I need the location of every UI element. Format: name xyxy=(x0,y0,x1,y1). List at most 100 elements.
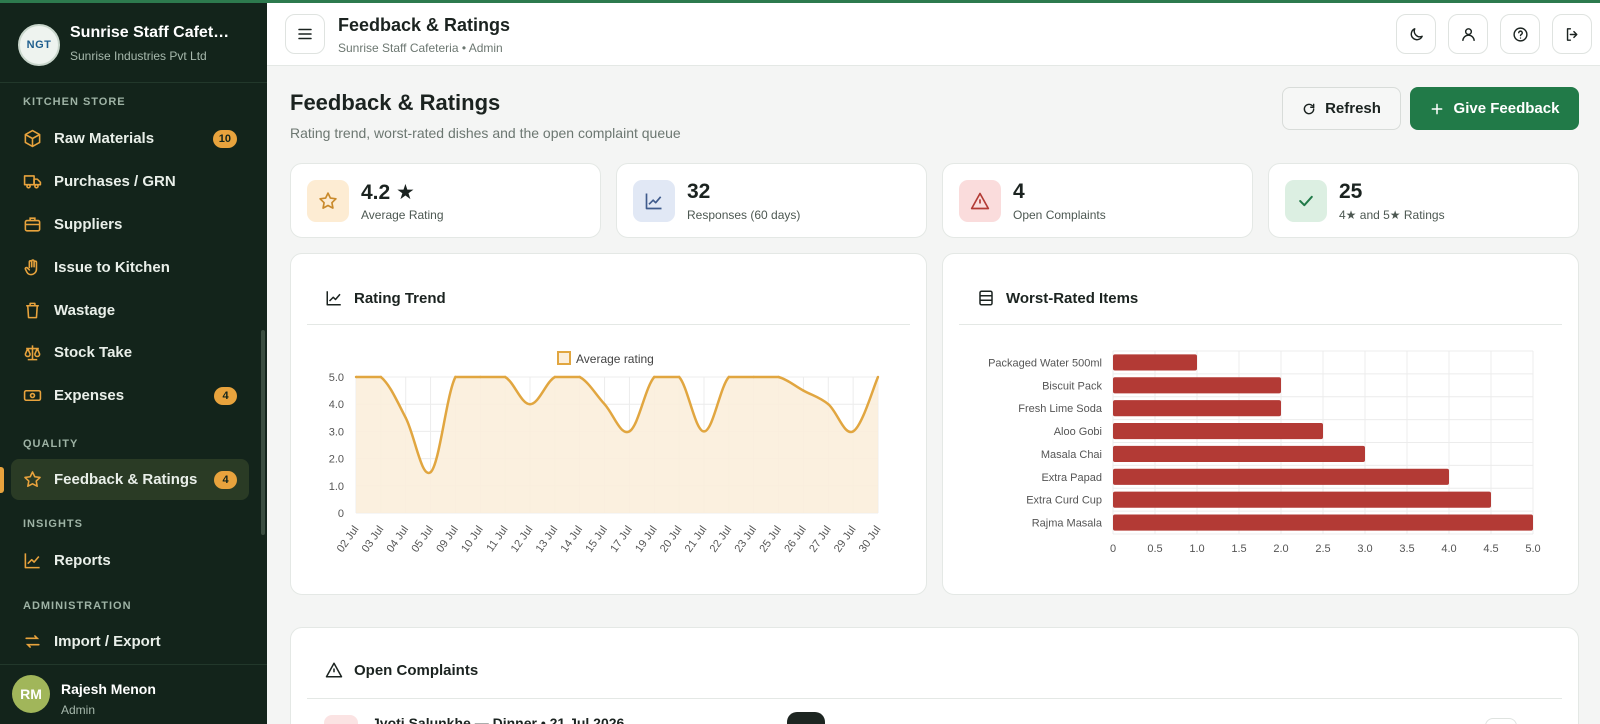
y-category-label: Extra Curd Cup xyxy=(1026,495,1102,507)
stat-value: 25 xyxy=(1339,180,1363,203)
data-point xyxy=(578,375,581,379)
y-category-label: Rajma Masala xyxy=(1032,518,1103,530)
x-tick-label: 13 Jul xyxy=(534,524,561,555)
logo-text: NGT xyxy=(26,39,52,51)
give-feedback-button[interactable]: Give Feedback xyxy=(1410,87,1579,130)
y-category-label: Fresh Lime Soda xyxy=(1018,403,1103,415)
data-point xyxy=(677,375,681,379)
sidebar-item-issue-to-kitchen[interactable]: Issue to Kitchen xyxy=(11,247,249,288)
sidebar-item-feedback-ratings[interactable]: Feedback & Ratings 4 xyxy=(11,459,249,500)
sidebar-item-label: Purchases / GRN xyxy=(54,173,176,190)
worst-rated-card: Worst-Rated Items 0 0.5 1.0 1.5 2.0 2.5 3.0 3.5… xyxy=(942,253,1579,595)
hand-icon xyxy=(24,259,38,276)
x-tick-label: 2.0 xyxy=(1273,543,1288,555)
stat-card-high-ratings: 25 4★ and 5★ Ratings xyxy=(1268,163,1579,238)
star-icon xyxy=(24,471,41,488)
refresh-button[interactable]: Refresh xyxy=(1282,87,1401,130)
sidebar-item-label: Stock Take xyxy=(54,344,133,361)
sidebar-item-stock-take[interactable]: Stock Take xyxy=(11,332,249,373)
chart-line-icon xyxy=(24,553,40,569)
x-tick-label: 21 Jul xyxy=(683,524,710,555)
page-title: Feedback & Ratings xyxy=(290,90,501,115)
stat-label: 4★ and 5★ Ratings xyxy=(1339,208,1445,222)
x-tick-label: 4.0 xyxy=(1441,543,1456,555)
x-tick-label: 20 Jul xyxy=(658,524,685,555)
x-tick-label: 3.5 xyxy=(1399,543,1414,555)
give-feedback-label: Give Feedback xyxy=(1453,100,1560,117)
top-header: Feedback & Ratings Sunrise Staff Cafeter… xyxy=(267,3,1600,66)
company-name: Sunrise Industries Pvt Ltd xyxy=(70,49,207,63)
card-divider xyxy=(307,698,1562,699)
x-tick-label: 02 Jul xyxy=(335,524,362,555)
data-point xyxy=(827,403,830,406)
data-point xyxy=(454,375,457,379)
x-tick-label: 30 Jul xyxy=(857,524,884,555)
data-point xyxy=(653,375,656,379)
x-tick-label: 10 Jul xyxy=(459,524,486,555)
y-tick-label: 5.0 xyxy=(329,372,344,384)
y-category-label: Extra Papad xyxy=(1041,472,1102,484)
x-tick-label: 25 Jul xyxy=(757,524,784,555)
y-tick-label: 3.0 xyxy=(329,426,344,438)
star-icon xyxy=(319,192,337,209)
scale-icon xyxy=(24,345,41,361)
banknote-icon xyxy=(23,389,42,402)
sidebar-item-raw-materials[interactable]: Raw Materials 10 xyxy=(11,118,249,159)
refresh-label: Refresh xyxy=(1325,100,1381,117)
sidebar-item-label: Feedback & Ratings xyxy=(54,471,198,488)
x-tick-label: 03 Jul xyxy=(360,524,387,555)
avatar: RM xyxy=(12,675,50,713)
bar xyxy=(1113,445,1365,462)
bar xyxy=(1113,377,1281,394)
user-icon xyxy=(1461,27,1475,41)
sidebar-item-suppliers[interactable]: Suppliers xyxy=(11,204,249,245)
complaint-title[interactable]: Jyoti Salunkhe — Dinner • 21 Jul 2026 xyxy=(372,715,624,724)
warning-icon xyxy=(970,192,990,210)
sidebar-item-reports[interactable]: Reports xyxy=(11,540,249,581)
data-point xyxy=(553,375,557,379)
y-category-label: Aloo Gobi xyxy=(1054,426,1102,438)
header-title: Feedback & Ratings xyxy=(338,15,511,35)
menu-toggle-button[interactable] xyxy=(285,14,325,54)
complaint-action-button[interactable] xyxy=(1485,718,1517,724)
sidebar-item-purchases[interactable]: Purchases / GRN xyxy=(11,161,249,202)
sidebar-item-label: Import / Export xyxy=(54,633,161,650)
check-icon xyxy=(1299,195,1313,207)
arrows-swap-icon xyxy=(25,635,40,648)
top-accent-line xyxy=(0,0,1600,3)
section-insights: INSIGHTS xyxy=(23,518,83,530)
warning-icon xyxy=(325,662,343,678)
x-tick-label: 5.0 xyxy=(1525,543,1540,555)
help-icon xyxy=(1512,26,1528,42)
count-badge: 4 xyxy=(214,470,237,489)
data-point xyxy=(479,375,482,379)
rating-trend-card: Rating Trend 0 1.0 2.0 3.0 4.0 5.0 02 Jul 03 Ju… xyxy=(290,253,927,595)
moon-icon xyxy=(1410,27,1423,40)
data-point xyxy=(876,375,880,379)
theme-toggle-button[interactable] xyxy=(1396,14,1436,54)
stat-icon-box xyxy=(959,180,1001,222)
logout-button[interactable] xyxy=(1552,14,1592,54)
sidebar-scrollbar[interactable] xyxy=(261,330,265,535)
sidebar-item-import-export[interactable]: Import / Export xyxy=(11,621,249,662)
count-badge: 4 xyxy=(214,386,237,405)
user-profile[interactable]: RM Rajesh Menon Admin xyxy=(0,664,267,724)
data-point xyxy=(727,375,731,379)
x-tick-label: 11 Jul xyxy=(484,524,510,554)
header-subtitle: Sunrise Staff Cafeteria • Admin xyxy=(338,41,503,55)
floating-toast[interactable] xyxy=(787,712,825,724)
count-badge: 10 xyxy=(212,129,237,148)
data-point xyxy=(354,375,358,379)
page-subtitle: Rating trend, worst-rated dishes and the… xyxy=(290,125,681,141)
active-indicator xyxy=(0,467,4,493)
data-point xyxy=(603,403,606,406)
bar xyxy=(1113,354,1197,371)
menu-icon xyxy=(298,28,312,40)
profile-button[interactable] xyxy=(1448,14,1488,54)
sidebar-item-label: Expenses xyxy=(54,387,125,404)
refresh-icon xyxy=(1303,103,1315,114)
sidebar-item-expenses[interactable]: Expenses 4 xyxy=(11,375,249,416)
help-button[interactable] xyxy=(1500,14,1540,54)
sidebar-item-wastage[interactable]: Wastage xyxy=(11,290,249,331)
data-point xyxy=(702,430,706,433)
